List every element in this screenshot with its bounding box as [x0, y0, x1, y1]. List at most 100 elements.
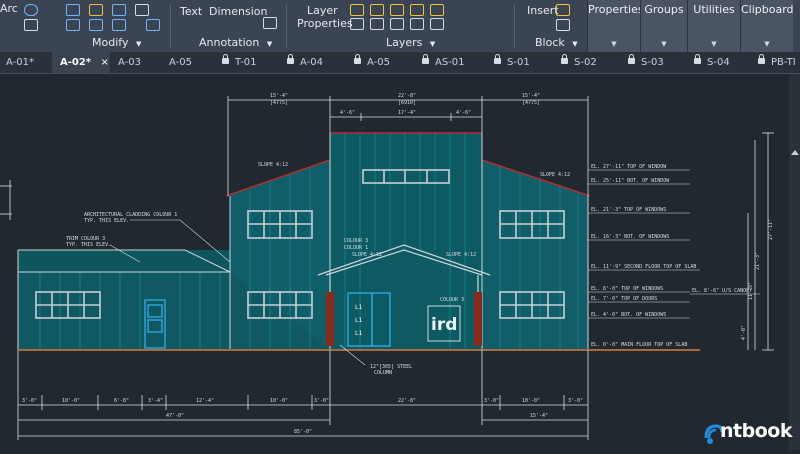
- layers-panel-title[interactable]: Layers ▼: [386, 36, 435, 49]
- tab-label: A-01*: [6, 57, 34, 68]
- text-tool-label[interactable]: Text: [180, 5, 202, 18]
- tab-t-01[interactable]: T-01: [222, 52, 257, 73]
- fillet-tool-icon[interactable]: [89, 4, 103, 16]
- modify-panel-title[interactable]: Modify ▼: [92, 36, 141, 49]
- tab-a-02[interactable]: A-02* ×: [52, 52, 110, 73]
- right-column: [474, 292, 482, 346]
- bottom-dimension-text: 3'-0" 10'-0" 6'-8" 3'-4" 12'-4" 10'-0" 3…: [22, 398, 583, 435]
- properties-button[interactable]: Properties ▼: [587, 0, 644, 52]
- tab-label: A-05: [169, 57, 192, 68]
- chevron-down-icon: ▼: [661, 40, 667, 48]
- dimension-text: 15'-4": [530, 413, 548, 419]
- tab-label: S-01: [507, 57, 530, 68]
- elevation-drawing: L1 L1 L1 ird 15'-4" 22'-8" 15'-4" [4775]…: [0, 93, 774, 440]
- tab-label: A-05: [367, 57, 390, 68]
- layer-off-icon[interactable]: [430, 4, 444, 16]
- annotation-label: Annotation: [199, 36, 260, 49]
- elevation-label: EL. 21'-3" TOP OF WINDOWS: [591, 207, 666, 213]
- tab-label: A-02*: [60, 57, 92, 68]
- utilities-button[interactable]: Utilities ▼: [687, 0, 740, 52]
- offset-tool-icon[interactable]: [146, 19, 160, 31]
- chevron-down-icon: ▼: [135, 40, 142, 48]
- tab-pb-ti[interactable]: PB-TI: [758, 52, 796, 73]
- layer-copy-icon[interactable]: [430, 18, 444, 30]
- dimension-text: 17'-4": [398, 110, 416, 116]
- modify-label: Modify: [92, 36, 129, 49]
- elevation-label: EL. 7'-0" TOP OF DOORS: [591, 296, 657, 302]
- tab-s-02[interactable]: S-02: [561, 52, 597, 73]
- close-icon[interactable]: ×: [101, 57, 109, 68]
- tab-s-04[interactable]: S-04: [694, 52, 730, 73]
- drawing-canvas[interactable]: L1 L1 L1 ird 15'-4" 22'-8" 15'-4" [4775]…: [0, 74, 800, 450]
- dimension-text: 10'-0": [522, 398, 540, 404]
- dimension-text: 3'-4": [148, 398, 163, 404]
- tab-s-01[interactable]: S-01: [494, 52, 530, 73]
- scale-tool-icon[interactable]: [89, 19, 103, 31]
- brand-logo: ntbook: [702, 418, 800, 446]
- layer-merge-icon[interactable]: [390, 18, 404, 30]
- layer-freeze-icon[interactable]: [370, 4, 384, 16]
- tab-label: AS-01: [435, 57, 465, 68]
- note-text: COLOUR 3: [344, 238, 368, 244]
- layer-isolate-icon[interactable]: [410, 4, 424, 16]
- layer-match-icon[interactable]: [350, 18, 364, 30]
- layer-delete-icon[interactable]: [410, 18, 424, 30]
- tab-a-05[interactable]: A-05: [169, 52, 192, 73]
- note-text: SLOPE 4:12: [446, 252, 476, 258]
- panel-divider: [514, 4, 515, 48]
- annotation-panel-title[interactable]: Annotation ▼: [199, 36, 272, 49]
- tab-a-04[interactable]: A-04: [287, 52, 323, 73]
- door-labels: L1 L1 L1: [355, 304, 363, 337]
- left-column: [326, 292, 334, 346]
- table-tool-icon[interactable]: [263, 17, 277, 29]
- copy-tool-icon[interactable]: [135, 4, 149, 16]
- groups-button[interactable]: Groups ▼: [640, 0, 687, 52]
- create-block-icon[interactable]: [556, 4, 570, 16]
- move-tool-icon[interactable]: [24, 19, 38, 31]
- groups-label: Groups: [644, 3, 684, 16]
- panel-divider: [286, 4, 287, 48]
- layer-lock-icon[interactable]: [390, 4, 404, 16]
- lock-icon: [561, 54, 568, 64]
- rotate-tool-icon[interactable]: [66, 19, 80, 31]
- panel-divider: [170, 4, 171, 48]
- layer-properties-line2[interactable]: Properties: [297, 17, 353, 30]
- chevron-down-icon: ▼: [611, 40, 617, 48]
- clipboard-button[interactable]: Clipboard ▼: [740, 0, 794, 52]
- elevation-label: EL. 16'-3" BOT. OF WINDOWS: [591, 234, 669, 240]
- elevation-label: EL. 11'-9" SECOND FLOOR TOP OF SLAB: [591, 264, 696, 270]
- circle-tool-icon[interactable]: [24, 4, 38, 16]
- mirror-tool-icon[interactable]: [66, 4, 80, 16]
- arc-label[interactable]: Arc: [0, 2, 18, 15]
- elevation-label: EL. 8'-0" TOP OF WINDOWS: [591, 286, 663, 292]
- note-text: COLOUR 3: [440, 297, 464, 303]
- clipboard-label: Clipboard: [741, 3, 794, 16]
- note-text: SLOPE 4:12: [258, 162, 288, 168]
- layer-properties-line1[interactable]: Layer: [307, 4, 338, 17]
- dimension-text: 85'-0": [294, 429, 312, 435]
- chevron-down-icon: ▼: [572, 40, 578, 48]
- lock-icon: [287, 54, 294, 64]
- array-tool-icon[interactable]: [112, 4, 126, 16]
- edit-block-icon[interactable]: [556, 19, 570, 31]
- tab-label: PB-TI: [771, 57, 796, 68]
- grid-array-icon[interactable]: [112, 19, 126, 31]
- tab-s-03[interactable]: S-03: [628, 52, 664, 73]
- elevation-label: EL. 25'-11" BOT. OF WINDOW: [591, 178, 670, 184]
- dimension-text: 12'-4": [196, 398, 214, 404]
- dimension-text: 27'-11": [768, 219, 774, 240]
- dimension-tool-label[interactable]: Dimension: [209, 5, 267, 18]
- block-panel-title[interactable]: Block ▼: [535, 36, 578, 49]
- note-text: SLOPE 4:12: [352, 252, 382, 258]
- tab-as-01[interactable]: AS-01: [422, 52, 465, 73]
- vertical-scrollbar[interactable]: [789, 74, 800, 450]
- scroll-arrow-icon[interactable]: [791, 150, 799, 155]
- lock-icon: [694, 54, 701, 64]
- tab-label: S-03: [641, 57, 664, 68]
- layer-walk-icon[interactable]: [370, 18, 384, 30]
- layer-state-icon[interactable]: [350, 4, 364, 16]
- tab-a-05-locked[interactable]: A-05: [354, 52, 390, 73]
- insert-label[interactable]: Insert: [527, 4, 559, 17]
- tab-a-01[interactable]: A-01*: [6, 52, 34, 73]
- tab-a-03[interactable]: A-03: [118, 52, 141, 73]
